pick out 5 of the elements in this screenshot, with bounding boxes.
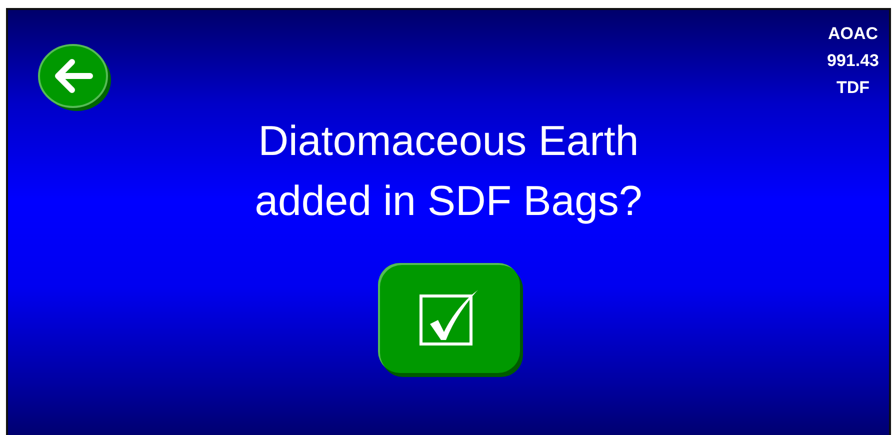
question-text: Diatomaceous Earth added in SDF Bags? [254, 116, 642, 226]
back-button[interactable] [38, 42, 112, 112]
checkbox-icon [418, 288, 480, 348]
method-label: AOAC 991.43 TDF [827, 23, 879, 99]
confirm-button[interactable] [378, 263, 520, 373]
